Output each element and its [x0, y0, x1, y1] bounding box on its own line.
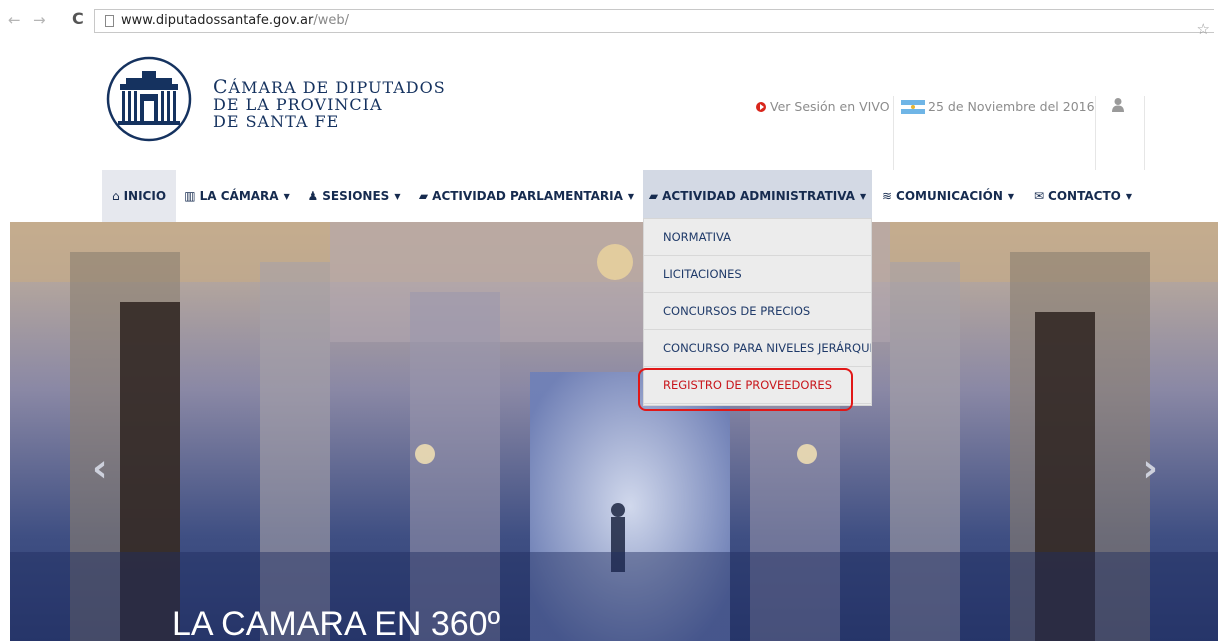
carousel-prev-arrow-icon[interactable]: ‹ [92, 446, 108, 490]
caret-down-icon: ▼ [1125, 192, 1132, 201]
play-circle-icon [756, 102, 766, 112]
argentina-flag-icon [901, 100, 925, 114]
nav-item-comunicacion[interactable]: ≋ COMUNICACIÓN ▼ [872, 170, 1024, 222]
nav-item-contacto[interactable]: ✉ CONTACTO ▼ [1024, 170, 1142, 222]
envelope-icon: ✉ [1033, 189, 1045, 203]
nav-item-la-camara[interactable]: ▥ LA CÁMARA ▼ [176, 170, 298, 222]
back-arrow-icon[interactable]: ← [8, 11, 21, 29]
page-icon [105, 15, 114, 27]
url-text[interactable]: www.diputadossantafe.gov.ar/web/ [121, 13, 349, 28]
caret-down-icon: ▼ [1007, 192, 1015, 201]
chamber-hall-photo [10, 222, 1218, 641]
hero-carousel: ‹ › LA CAMARA EN 360º [10, 222, 1218, 641]
chamber-logo-icon[interactable] [106, 56, 192, 142]
hero-title: LA CAMARA EN 360º [172, 605, 501, 641]
site-header: CÁMARA DE DIPUTADOS DE LA PROVINCIA DE S… [0, 40, 1218, 174]
nav-item-inicio[interactable]: ⌂ INICIO [102, 170, 176, 222]
highlight-annotation [638, 368, 853, 411]
institution-icon: ▥ [184, 189, 196, 203]
caret-down-icon: ▼ [859, 192, 867, 201]
dropdown-item-licitaciones[interactable]: LICITACIONES [644, 256, 871, 293]
live-session-link[interactable]: Ver Sesión en VIVO [756, 99, 890, 114]
dropdown-item-normativa[interactable]: NORMATIVA [644, 219, 871, 256]
main-nav: ⌂ INICIO ▥ LA CÁMARA ▼ ♟ SESIONES ▼ ▰ ACTIVIDA… [0, 170, 1218, 222]
carousel-next-arrow-icon[interactable]: › [1142, 446, 1158, 490]
nav-item-actividad-parlamentaria[interactable]: ▰ ACTIVIDAD PARLAMENTARIA ▼ [410, 170, 643, 222]
home-icon: ⌂ [111, 189, 120, 203]
header-divider [893, 96, 894, 174]
nav-item-actividad-administrativa[interactable]: ▰ ACTIVIDAD ADMINISTRATIVA ▼ [643, 170, 872, 222]
book-icon: ▰ [648, 189, 659, 203]
dropdown-item-concurso-niveles-jerarquicos[interactable]: CONCURSO PARA NIVELES JERÁRQUI [644, 330, 871, 367]
browser-toolbar: ← → C www.diputadossantafe.gov.ar/web/ ☆ [0, 0, 1218, 40]
header-divider [1095, 96, 1096, 174]
rss-icon: ≋ [881, 189, 893, 203]
institution-name[interactable]: CÁMARA DE DIPUTADOS DE LA PROVINCIA DE S… [213, 78, 446, 131]
book-icon: ▰ [418, 189, 429, 203]
user-icon[interactable] [1111, 97, 1125, 113]
forward-arrow-icon[interactable]: → [33, 11, 46, 29]
nav-item-sesiones[interactable]: ♟ SESIONES ▼ [298, 170, 410, 222]
users-icon: ♟ [307, 189, 319, 203]
caret-down-icon: ▼ [627, 192, 635, 201]
reload-icon[interactable]: C [72, 9, 84, 28]
bookmark-star-icon[interactable]: ☆ [1197, 20, 1210, 38]
caret-down-icon: ▼ [283, 192, 290, 201]
header-divider [1144, 96, 1145, 174]
address-bar[interactable]: www.diputadossantafe.gov.ar/web/ ☆ [94, 9, 1214, 38]
caret-down-icon: ▼ [394, 192, 401, 201]
current-date: 25 de Noviembre del 2016 [928, 99, 1095, 114]
dropdown-item-concursos-de-precios[interactable]: CONCURSOS DE PRECIOS [644, 293, 871, 330]
